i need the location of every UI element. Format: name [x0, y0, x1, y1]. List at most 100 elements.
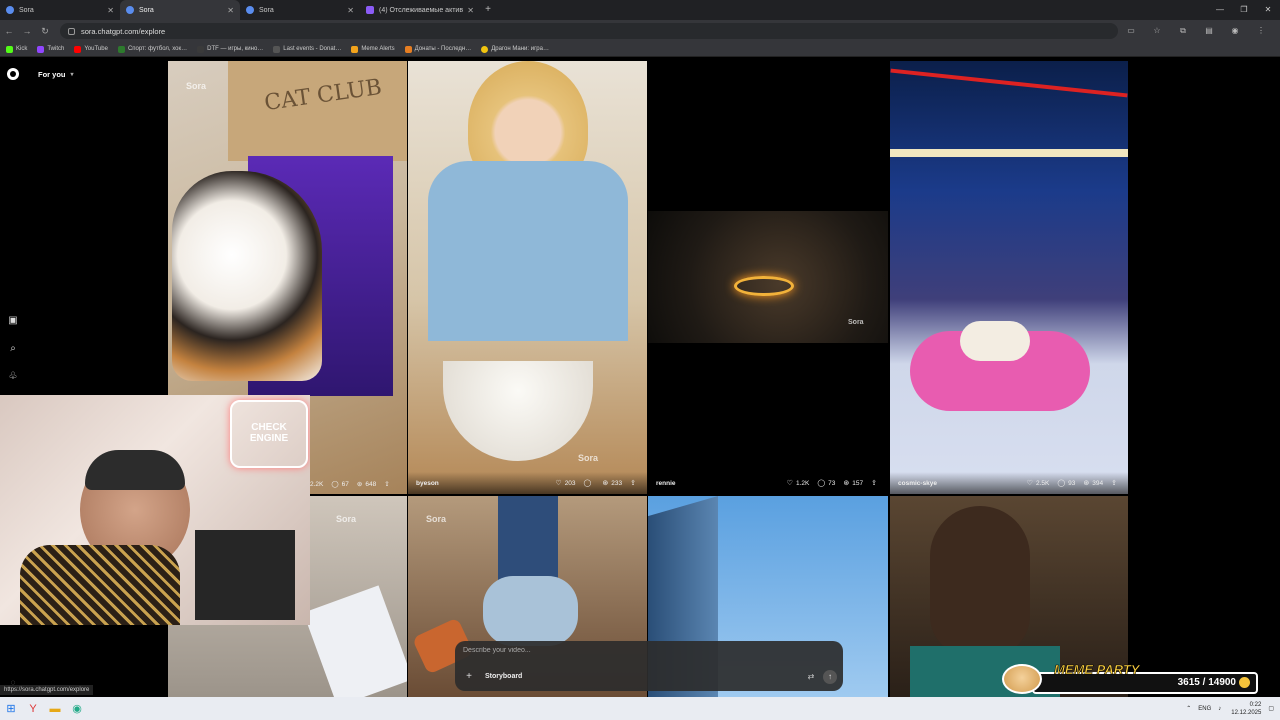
remix-count[interactable]: ⊛ 394: [1083, 479, 1103, 488]
video-tile[interactable]: cosmic-skye ♡ 2.5K ◯ 93 ⊛ 394 ⇪: [890, 61, 1128, 494]
close-tab-icon[interactable]: ✕: [107, 6, 114, 15]
likes-count[interactable]: ♡ 2.5K: [1027, 479, 1050, 488]
remix-icon: ⊛: [356, 481, 363, 488]
mixing-bowl: [443, 361, 593, 461]
comments-button[interactable]: ◯: [584, 479, 595, 487]
comment-icon: ◯: [817, 480, 826, 487]
settings-sliders-icon[interactable]: ⇄: [805, 671, 817, 683]
cast-icon[interactable]: ▭: [1118, 26, 1144, 36]
tile-meta: cosmic-skye ♡ 2.5K ◯ 93 ⊛ 394 ⇪: [890, 472, 1128, 494]
maximize-icon[interactable]: ❐: [1232, 0, 1256, 20]
browser-tab-1[interactable]: Sora ✕: [0, 0, 120, 20]
home-icon[interactable]: ▣: [7, 314, 19, 326]
close-tab-icon[interactable]: ✕: [467, 6, 474, 15]
add-media-icon[interactable]: +: [463, 671, 475, 683]
bookmark-meme-alerts[interactable]: Meme Alerts: [351, 45, 395, 53]
close-window-icon[interactable]: ✕: [1256, 0, 1280, 20]
site-info-icon[interactable]: [68, 27, 75, 35]
browser-tab-2[interactable]: Sora ✕: [120, 0, 240, 20]
bookmark-last-events[interactable]: Last events - Donat…: [273, 45, 342, 53]
comment-icon: ◯: [331, 481, 339, 488]
prompt-input[interactable]: [463, 647, 823, 654]
likes-count[interactable]: ♡ 203: [555, 479, 575, 488]
tile-meta: rennie ♡ 1.2K ◯ 73 ⊛ 157 ⇪: [648, 472, 888, 494]
storyboard-button[interactable]: Storyboard: [481, 671, 526, 683]
windows-start-icon[interactable]: ⊞: [0, 698, 22, 720]
bookmark-label: DTF — игры, кино…: [207, 46, 264, 52]
tab-label: (4) Отслеживаемые активны…: [379, 6, 464, 14]
video-tile[interactable]: Sora byeson ♡ 203 ◯ ⊛ 233 ⇪: [408, 61, 647, 494]
profile-icon[interactable]: ◉: [1222, 26, 1248, 36]
share-button[interactable]: ⇪: [1111, 479, 1120, 487]
bookmark-sport[interactable]: Спорт: футбол, хок…: [117, 45, 187, 53]
extensions-icon[interactable]: ⧉: [1170, 26, 1196, 36]
feed-selector[interactable]: For you ▾: [30, 66, 82, 82]
remix-count[interactable]: ⊛ 233: [602, 479, 622, 488]
share-button[interactable]: ⇪: [630, 479, 639, 487]
tab-label: Sora: [19, 6, 34, 14]
author-name[interactable]: byeson: [416, 480, 547, 487]
bookmark-label: Last events - Donat…: [283, 46, 342, 52]
comments-count[interactable]: ◯ 73: [817, 479, 835, 488]
sora-watermark: Sora: [578, 453, 599, 463]
headphones: [85, 450, 185, 490]
minimize-icon[interactable]: —: [1208, 0, 1232, 20]
search-icon[interactable]: ⌕: [7, 342, 19, 354]
share-icon[interactable]: ⇪: [384, 480, 389, 488]
forward-arrow-icon[interactable]: →: [18, 26, 36, 36]
windows-taskbar: ⊞ Y ▬ ◉ ⌃ ENG ♪ 0:22 12.12.2025 ▢: [0, 697, 1280, 720]
window-controls: — ❐ ✕: [1208, 0, 1280, 20]
close-tab-icon[interactable]: ✕: [347, 6, 354, 15]
author-name[interactable]: cosmic-skye: [898, 480, 1019, 487]
sora-logo-icon[interactable]: [7, 68, 19, 80]
meme-alerts-icon: [351, 45, 359, 53]
bookmark-star-icon[interactable]: ☆: [1144, 26, 1170, 36]
bookmark-donaty[interactable]: Донаты - Последн…: [404, 45, 471, 53]
send-arrow-icon[interactable]: ↑: [823, 670, 837, 684]
chrome-icon[interactable]: ◉: [66, 698, 88, 720]
likes-count[interactable]: ♡ 1.2K: [787, 479, 810, 488]
bookmark-kick[interactable]: Kick: [6, 45, 27, 53]
comment-icon: ◯: [583, 480, 592, 487]
browser-tab-4[interactable]: (4) Отслеживаемые активны…✕: [360, 0, 480, 20]
reload-icon[interactable]: ↻: [36, 26, 54, 37]
feed-selector-label: For you: [38, 69, 66, 79]
new-tab-button[interactable]: +: [480, 0, 496, 20]
video-tile[interactable]: Sora rennie ♡ 1.2K ◯ 73 ⊛ 157 ⇪: [648, 61, 888, 494]
donation-icon: [404, 45, 412, 53]
remix-count[interactable]: ⊛ 157: [843, 479, 863, 488]
browser-tab-3[interactable]: Sora ✕: [240, 0, 360, 20]
sidepanel-icon[interactable]: ▤: [1196, 26, 1222, 36]
notifications-icon[interactable]: ▢: [1268, 705, 1274, 712]
calico-cat: [172, 171, 322, 381]
author-name[interactable]: rennie: [656, 480, 779, 487]
comments-count[interactable]: ◯ 93: [1057, 479, 1075, 488]
share-button[interactable]: ⇪: [871, 479, 880, 487]
meme-party-title: MEME PARTY: [1054, 662, 1140, 678]
yandex-browser-icon[interactable]: Y: [22, 698, 44, 720]
bookmark-dragon-money[interactable]: Драгон Мани: игра…: [481, 45, 549, 53]
back-arrow-icon[interactable]: ←: [0, 26, 18, 36]
clock-date: 12.12.2025: [1231, 709, 1262, 716]
comment-icon: ◯: [1057, 480, 1066, 487]
bookmark-dtf[interactable]: DTF — игры, кино…: [197, 45, 264, 53]
bookmark-twitch[interactable]: Twitch: [37, 45, 64, 53]
speaker-icon[interactable]: ♪: [1218, 706, 1221, 712]
bookmark-youtube[interactable]: YouTube: [74, 45, 108, 53]
url-field[interactable]: sora.chatgpt.com/explore: [60, 23, 1118, 39]
file-explorer-icon[interactable]: ▬: [44, 698, 66, 720]
menu-kebab-icon[interactable]: ⋮: [1248, 26, 1274, 36]
likes-value: 2.2K: [310, 480, 324, 488]
clock[interactable]: 0:22 12.12.2025: [1231, 701, 1261, 717]
twitch-favicon-icon: [366, 6, 374, 14]
heart-icon: ♡: [555, 480, 562, 487]
tray-chevron-icon[interactable]: ⌃: [1186, 705, 1191, 712]
close-tab-icon[interactable]: ✕: [227, 6, 234, 15]
comments-value: 67: [341, 480, 349, 488]
language-indicator[interactable]: ENG: [1198, 706, 1211, 712]
bookmarks-bar: Kick Twitch YouTube Спорт: футбол, хок… …: [0, 42, 1280, 57]
meme-progress-text: 3615 / 14900: [1177, 677, 1236, 688]
patterned-shirt: [20, 545, 180, 625]
activity-icon[interactable]: ♧: [7, 370, 19, 382]
cat-on-wrestler: [960, 321, 1030, 361]
